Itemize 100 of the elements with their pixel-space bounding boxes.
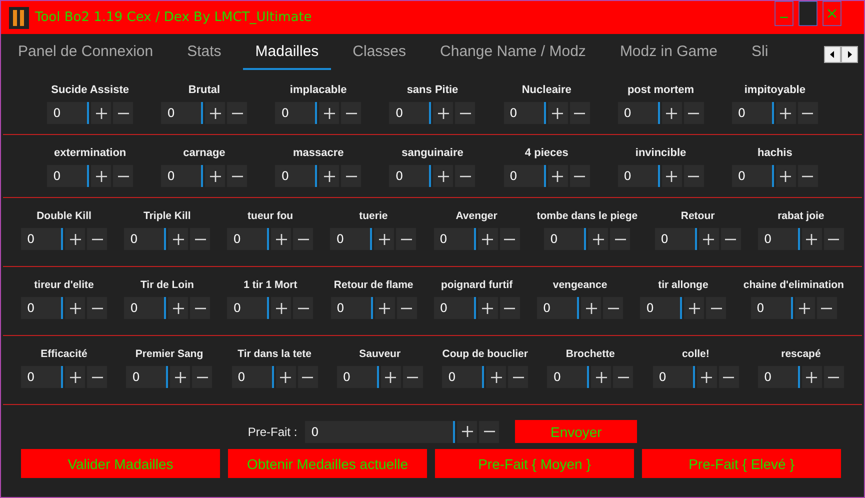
minus-button[interactable]: [190, 297, 210, 319]
plus-button[interactable]: [374, 228, 394, 250]
plus-button[interactable]: [433, 102, 454, 124]
minus-button[interactable]: [824, 228, 844, 250]
number-field[interactable]: 0: [330, 297, 373, 319]
tab[interactable]: Classes: [340, 38, 418, 70]
plus-button[interactable]: [548, 102, 568, 124]
minus-button[interactable]: [298, 366, 318, 388]
plus-button[interactable]: [91, 165, 112, 187]
plus-button[interactable]: [457, 420, 478, 442]
minus-button[interactable]: [816, 297, 837, 319]
plus-button[interactable]: [433, 165, 454, 187]
number-field[interactable]: 0: [654, 228, 697, 250]
plus-button[interactable]: [776, 165, 796, 187]
plus-button[interactable]: [319, 102, 340, 124]
tab[interactable]: Modz in Game: [608, 38, 730, 70]
plus-button[interactable]: [662, 165, 682, 187]
plus-button[interactable]: [205, 102, 226, 124]
plus-button[interactable]: [478, 297, 498, 319]
number-field[interactable]: 0: [275, 102, 318, 124]
minus-button[interactable]: [87, 228, 107, 250]
number-field[interactable]: 0: [336, 366, 379, 388]
minus-button[interactable]: [570, 165, 590, 187]
plus-button[interactable]: [776, 102, 796, 124]
number-field[interactable]: 0: [161, 165, 204, 187]
minus-button[interactable]: [508, 366, 528, 388]
minus-button[interactable]: [87, 366, 107, 388]
minus-button[interactable]: [190, 228, 210, 250]
number-field[interactable]: 0: [640, 297, 682, 319]
minus-button[interactable]: [684, 165, 704, 187]
maximize-icon[interactable]: [796, 1, 820, 26]
minus-button[interactable]: [613, 366, 634, 388]
minus-button[interactable]: [227, 102, 248, 124]
plus-button[interactable]: [374, 297, 395, 319]
number-field[interactable]: 0: [652, 366, 695, 388]
number-field[interactable]: 0: [618, 102, 660, 124]
number-field[interactable]: 0: [504, 165, 546, 187]
plus-button[interactable]: [205, 165, 226, 187]
plus-button[interactable]: [380, 366, 401, 388]
scroll-right-icon[interactable]: [841, 46, 858, 62]
plus-button[interactable]: [168, 297, 188, 319]
number-field[interactable]: 0: [442, 366, 484, 388]
minus-button[interactable]: [402, 366, 423, 388]
minus-button[interactable]: [824, 366, 844, 388]
minus-button[interactable]: [798, 165, 818, 187]
tab[interactable]: Sli: [739, 38, 780, 70]
plus-button[interactable]: [662, 102, 682, 124]
close-icon[interactable]: [820, 1, 844, 26]
plus-button[interactable]: [65, 297, 85, 319]
plus-button[interactable]: [276, 366, 296, 388]
minus-button[interactable]: [396, 228, 416, 250]
minus-button[interactable]: [720, 228, 741, 250]
minus-button[interactable]: [500, 228, 520, 250]
plus-button[interactable]: [591, 366, 612, 388]
number-field[interactable]: 0: [732, 102, 774, 124]
number-field[interactable]: 0: [758, 228, 800, 250]
number-field[interactable]: 0: [227, 297, 270, 319]
minus-button[interactable]: [293, 228, 314, 250]
plus-button[interactable]: [581, 297, 602, 319]
plus-button[interactable]: [802, 366, 822, 388]
number-field[interactable]: 0: [544, 228, 586, 250]
number-field[interactable]: 0: [732, 165, 774, 187]
number-field[interactable]: 0: [618, 165, 660, 187]
number-field[interactable]: 0: [161, 102, 204, 124]
minus-button[interactable]: [455, 102, 476, 124]
plus-button[interactable]: [65, 366, 85, 388]
number-field[interactable]: 0: [758, 366, 800, 388]
plus-button[interactable]: [794, 297, 815, 319]
minus-button[interactable]: [603, 297, 624, 319]
plus-button[interactable]: [170, 366, 190, 388]
tab[interactable]: Madailles: [243, 38, 331, 70]
minus-button[interactable]: [479, 420, 500, 442]
number-field[interactable]: 0: [47, 102, 90, 124]
plus-button[interactable]: [168, 228, 188, 250]
minus-button[interactable]: [455, 165, 476, 187]
number-field[interactable]: 0: [275, 165, 318, 187]
number-field[interactable]: 0: [504, 102, 546, 124]
minus-button[interactable]: [113, 165, 134, 187]
plus-button[interactable]: [588, 228, 608, 250]
plus-button[interactable]: [698, 228, 719, 250]
minus-button[interactable]: [610, 228, 630, 250]
number-field[interactable]: 0: [434, 228, 476, 250]
number-field[interactable]: 0: [389, 165, 432, 187]
plus-button[interactable]: [271, 297, 292, 319]
plus-button[interactable]: [486, 366, 506, 388]
tab[interactable]: Stats: [175, 38, 234, 70]
number-field[interactable]: 0: [227, 228, 270, 250]
number-field[interactable]: 0: [124, 297, 166, 319]
plus-button[interactable]: [91, 102, 112, 124]
minus-button[interactable]: [87, 297, 107, 319]
number-field[interactable]: 0: [21, 366, 63, 388]
number-field[interactable]: 0: [21, 297, 63, 319]
minus-button[interactable]: [341, 165, 362, 187]
plus-button[interactable]: [65, 228, 85, 250]
number-field[interactable]: 0: [389, 102, 432, 124]
minus-button[interactable]: [113, 102, 134, 124]
number-field[interactable]: 0: [547, 366, 590, 388]
minus-button[interactable]: [500, 297, 520, 319]
minus-button[interactable]: [293, 297, 314, 319]
minus-button[interactable]: [341, 102, 362, 124]
